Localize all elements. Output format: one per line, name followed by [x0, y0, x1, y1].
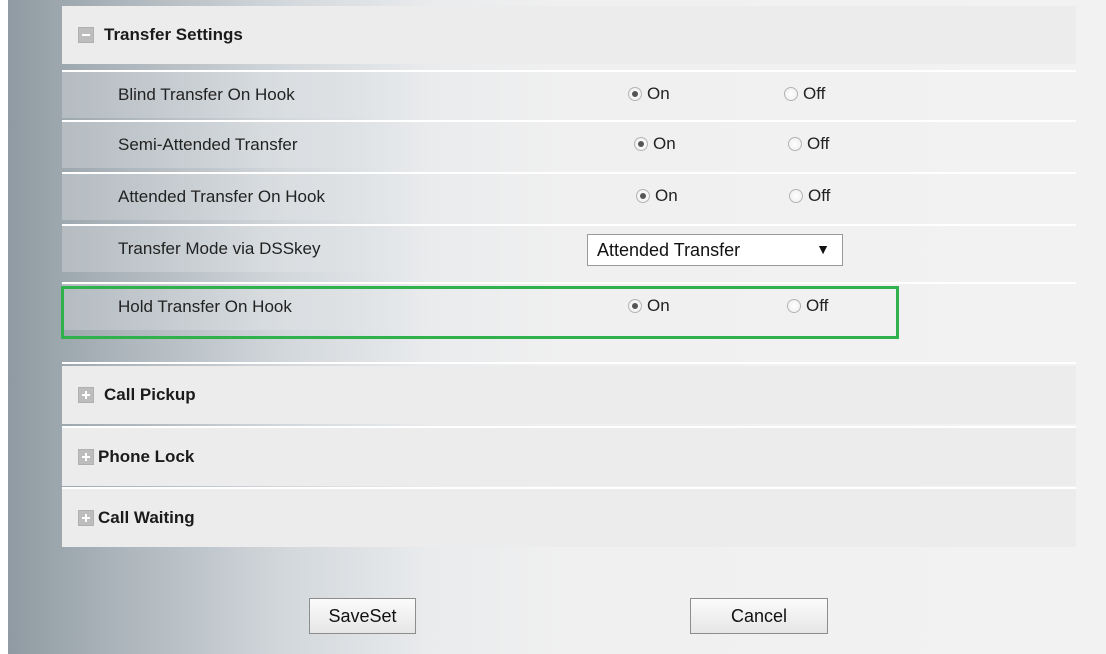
radio-on-icon[interactable] — [636, 189, 650, 203]
section-transfer-settings[interactable]: Transfer Settings — [62, 6, 1076, 64]
radio-on[interactable]: On — [636, 186, 678, 206]
section-phone-lock[interactable]: Phone Lock — [62, 428, 1076, 486]
setting-row-semi-attended: Semi-Attended Transfer On Off — [62, 120, 1076, 168]
radio-on-icon[interactable] — [628, 87, 642, 101]
radio-off-icon[interactable] — [789, 189, 803, 203]
radio-on[interactable]: On — [634, 134, 676, 154]
radio-off-icon[interactable] — [788, 137, 802, 151]
highlight-box — [61, 286, 899, 339]
cancel-button[interactable]: Cancel — [690, 598, 828, 634]
chevron-down-icon[interactable]: ▼ — [816, 241, 830, 257]
collapse-minus-icon[interactable] — [78, 27, 94, 43]
expand-plus-icon[interactable] — [78, 510, 94, 526]
section-title: Call Waiting — [98, 508, 195, 527]
section-title: Call Pickup — [104, 385, 196, 404]
radio-off[interactable]: Off — [784, 84, 825, 104]
radio-on[interactable]: On — [628, 84, 670, 104]
section-title: Transfer Settings — [104, 25, 243, 44]
radio-on-icon[interactable] — [634, 137, 648, 151]
radio-off-icon[interactable] — [784, 87, 798, 101]
setting-row-attended-transfer: Attended Transfer On Hook On Off — [62, 172, 1076, 220]
section-call-pickup[interactable]: Call Pickup — [62, 366, 1076, 424]
setting-label: Blind Transfer On Hook — [118, 85, 295, 104]
section-call-waiting[interactable]: Call Waiting — [62, 489, 1076, 547]
transfer-mode-select[interactable]: Attended Transfer ▼ — [587, 234, 843, 266]
radio-off[interactable]: Off — [788, 134, 829, 154]
expand-plus-icon[interactable] — [78, 387, 94, 403]
setting-label: Semi-Attended Transfer — [118, 135, 298, 154]
setting-label: Transfer Mode via DSSkey — [118, 239, 321, 258]
setting-label: Attended Transfer On Hook — [118, 187, 325, 206]
setting-row-transfer-mode: Transfer Mode via DSSkey Attended Transf… — [62, 224, 1076, 272]
radio-off[interactable]: Off — [789, 186, 830, 206]
expand-plus-icon[interactable] — [78, 449, 94, 465]
save-button[interactable]: SaveSet — [309, 598, 416, 634]
setting-row-blind-transfer: Blind Transfer On Hook On Off — [62, 70, 1076, 118]
section-title: Phone Lock — [98, 447, 195, 466]
divider — [62, 362, 1076, 364]
